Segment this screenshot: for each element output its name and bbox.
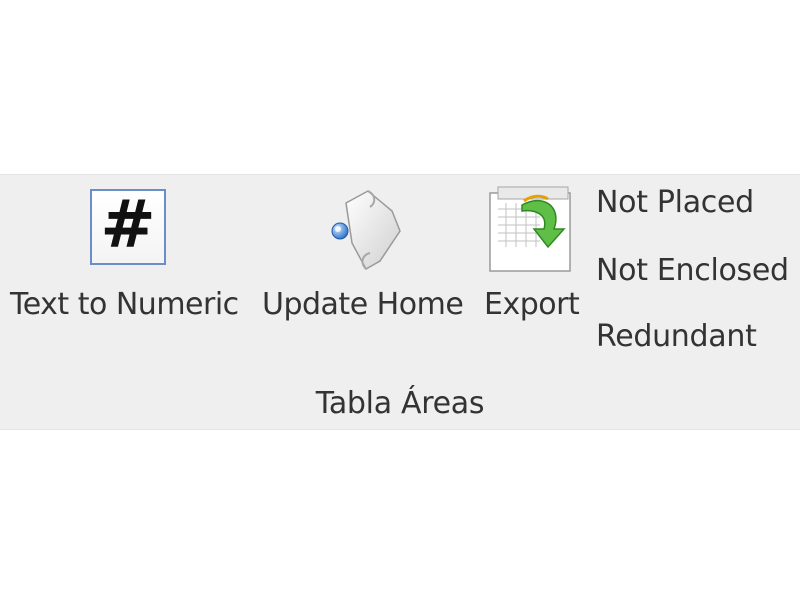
text-to-numeric-button[interactable]: # Text to Numeric (10, 175, 246, 365)
ribbon-group-tabla-areas: # Text to Numeric Update Home Export Not… (0, 174, 800, 430)
group-label: Tabla Áreas (315, 386, 485, 421)
export-label: Export (484, 287, 580, 322)
export-table-icon (488, 185, 572, 277)
text-to-numeric-label: Text to Numeric (10, 287, 239, 322)
update-home-label: Update Home (262, 287, 464, 322)
not-enclosed-button[interactable]: Not Enclosed (596, 251, 789, 291)
update-home-button[interactable]: Update Home (262, 175, 472, 365)
export-button[interactable]: Export (484, 175, 584, 365)
hash-icon: # (90, 186, 166, 265)
hash-glyph: # (100, 186, 156, 263)
scroll-update-icon (326, 189, 408, 275)
redundant-button[interactable]: Redundant (596, 317, 757, 357)
not-placed-button[interactable]: Not Placed (596, 183, 754, 223)
